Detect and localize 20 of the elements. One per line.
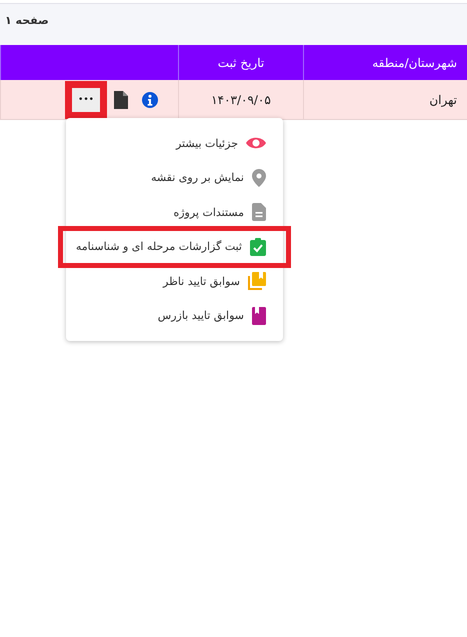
menu-item[interactable]: سوابق تایید بازرس xyxy=(66,298,283,333)
book-icon xyxy=(252,306,266,325)
eye-icon xyxy=(246,136,266,150)
document-icon xyxy=(252,203,266,222)
document-icon[interactable] xyxy=(114,90,128,108)
menu-item[interactable]: جزئیات بیشتر xyxy=(66,126,283,160)
menu-item[interactable]: مستندات پروژه xyxy=(66,195,283,230)
menu-item[interactable]: سوابق تایید ناظر xyxy=(66,264,283,298)
location-pin-icon xyxy=(252,168,266,187)
menu-item[interactable]: نمایش بر روی نقشه xyxy=(66,160,283,195)
column-header: تاریخ ثبت xyxy=(178,45,303,80)
table-cell: تهران xyxy=(303,80,467,120)
page-label: صفحه ۱ xyxy=(5,14,49,27)
copies-icon xyxy=(248,272,266,290)
column-header: شهرستان/منطقه xyxy=(303,45,467,80)
info-icon[interactable] xyxy=(142,92,158,108)
table-cell: ۱۴۰۳/۰۹/۰۵ xyxy=(178,80,303,120)
more-button[interactable]: ••• xyxy=(72,88,100,112)
menu-item[interactable]: ثبت گزارشات مرحله ای و شناسنامه xyxy=(62,230,287,264)
clipboard-check-icon xyxy=(250,238,266,256)
